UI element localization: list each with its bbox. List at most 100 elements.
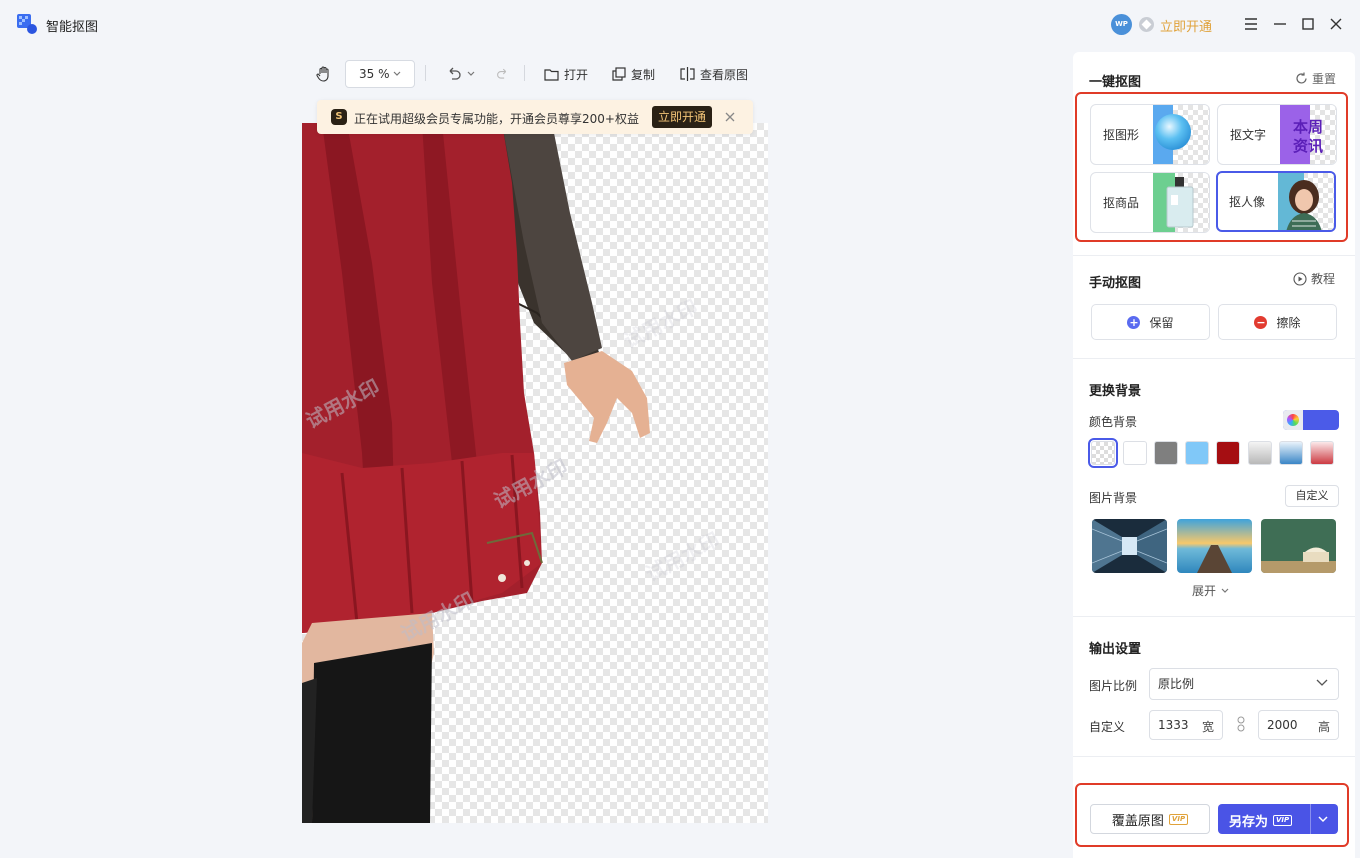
image-bg-label: 图片背景 [1089, 491, 1138, 505]
save-as-content: 另存为 VIP [1229, 811, 1293, 830]
svip-icon [331, 109, 347, 125]
zoom-value: 35 % [359, 67, 390, 81]
undo-icon [449, 67, 461, 80]
view-original-button[interactable]: 查看原图 [680, 60, 748, 88]
swatch-gray[interactable] [1154, 441, 1178, 465]
tutorial-link[interactable]: 教程 [1293, 270, 1335, 287]
folder-icon [544, 68, 559, 81]
divider [425, 65, 426, 81]
bg-image-chalkboard-books[interactable] [1261, 519, 1336, 573]
view-original-label: 查看原图 [700, 67, 749, 82]
erase-button[interactable]: − 擦除 [1218, 304, 1337, 340]
close-icon[interactable] [722, 109, 738, 125]
play-circle-icon [1293, 271, 1307, 286]
reset-button[interactable]: 重置 [1295, 70, 1336, 87]
width-unit: 宽 [1201, 720, 1214, 734]
zoom-select[interactable]: 35 % [345, 60, 415, 88]
open-label: 打开 [564, 67, 589, 82]
settings-panel: 一键抠图 重置 抠图形 抠文字 本周 资讯 抠商品 抠人像 手动抠图 教程 + … [1073, 52, 1355, 858]
manual-title: 手动抠图 [1089, 276, 1142, 291]
upgrade-link[interactable]: 立即开通 [1160, 16, 1212, 35]
corridor-image [1092, 519, 1167, 573]
keep-label: 保留 [1149, 315, 1174, 330]
custom-size-label: 自定义 [1089, 720, 1126, 734]
one-click-title: 一键抠图 [1089, 75, 1142, 90]
swatch-gradient-gray[interactable] [1248, 441, 1272, 465]
vip-tag: VIP [1168, 813, 1189, 825]
app-logo-icon [17, 14, 37, 34]
card-thumbnail [1153, 173, 1209, 232]
menu-icon[interactable] [1240, 13, 1262, 35]
card-label: 抠商品 [1103, 196, 1140, 210]
minimize-icon[interactable] [1269, 13, 1291, 35]
maximize-icon[interactable] [1297, 13, 1319, 35]
card-label: 抠文字 [1230, 128, 1267, 142]
swatch-white[interactable] [1123, 441, 1147, 465]
redo-icon [497, 68, 507, 79]
erase-label: 擦除 [1276, 315, 1301, 330]
button-split [1310, 804, 1311, 834]
copy-button[interactable]: 复制 [612, 60, 655, 88]
app-title: 智能抠图 [46, 20, 99, 35]
link-ratio-icon[interactable] [1237, 716, 1245, 732]
color-wheel-icon [1283, 410, 1303, 430]
open-button[interactable]: 打开 [544, 60, 588, 88]
chevron-down-icon [393, 71, 401, 76]
chalkboard-image [1261, 519, 1336, 573]
swatch-gradient-blue[interactable] [1279, 441, 1303, 465]
banner-upgrade-button[interactable]: 立即开通 [652, 106, 713, 128]
title-bar: 智能抠图 WP 立即开通 [0, 0, 1360, 50]
divider [1073, 756, 1355, 757]
expand-button[interactable]: 展开 [1192, 582, 1229, 599]
card-thumbnail [1278, 173, 1334, 230]
thumb-text-line: 本周 [1293, 118, 1323, 136]
pier-image [1177, 519, 1252, 573]
save-as-button[interactable]: 另存为 VIP [1218, 804, 1338, 834]
undo-button[interactable] [446, 60, 480, 88]
card-label: 抠图形 [1103, 128, 1140, 142]
swatch-light-blue[interactable] [1185, 441, 1209, 465]
width-input[interactable]: 1333 宽 [1149, 710, 1223, 740]
expand-label: 展开 [1192, 584, 1217, 598]
close-icon[interactable] [1325, 13, 1347, 35]
vip-badge-icon [1139, 17, 1154, 32]
copy-label: 复制 [631, 67, 656, 82]
swatch-transparent[interactable] [1088, 438, 1118, 468]
custom-bg-button[interactable]: 自定义 [1285, 485, 1339, 507]
swatch-dark-red[interactable] [1216, 441, 1240, 465]
hand-tool-button[interactable] [314, 60, 338, 88]
bg-image-corridor[interactable] [1092, 519, 1167, 573]
swatch-gradient-red[interactable] [1310, 441, 1334, 465]
cutout-product-card[interactable]: 抠商品 [1090, 172, 1210, 233]
keep-button[interactable]: + 保留 [1091, 304, 1210, 340]
chevron-down-icon [1221, 588, 1229, 593]
sphere-icon [1153, 105, 1191, 164]
background-title: 更换背景 [1089, 384, 1142, 399]
card-thumbnail: 本周 资讯 [1280, 105, 1336, 164]
card-thumbnail [1153, 105, 1209, 164]
ratio-value: 原比例 [1158, 677, 1195, 691]
chevron-down-icon[interactable] [1317, 814, 1329, 824]
portrait-icon [1278, 173, 1322, 230]
color-picker-toggle[interactable] [1283, 410, 1339, 430]
thumb-text-line: 资讯 [1293, 137, 1323, 155]
height-input[interactable]: 2000 高 [1258, 710, 1339, 740]
avatar[interactable]: WP [1111, 14, 1132, 35]
tutorial-label: 教程 [1311, 272, 1336, 286]
bg-image-pier-sunset[interactable] [1177, 519, 1252, 573]
cutout-shape-card[interactable]: 抠图形 [1090, 104, 1210, 165]
cutout-text-card[interactable]: 抠文字 本周 资讯 [1217, 104, 1337, 165]
redo-button[interactable] [496, 60, 514, 88]
overwrite-original-button[interactable]: 覆盖原图 VIP [1090, 804, 1210, 834]
divider [524, 65, 525, 81]
reset-label: 重置 [1312, 72, 1337, 86]
cutout-portrait-card[interactable]: 抠人像 [1216, 171, 1336, 232]
save-as-label: 另存为 [1229, 815, 1269, 830]
banner-text: 正在试用超级会员专属功能，开通会员尊享200+权益 [354, 112, 639, 126]
image-canvas[interactable]: 试用水印 试用水印 试用水印 试用水印 试用水印 [302, 123, 768, 823]
card-label: 抠人像 [1229, 195, 1266, 209]
ratio-select[interactable]: 原比例 [1149, 668, 1339, 700]
width-value: 1333 [1158, 718, 1189, 732]
color-bg-label: 颜色背景 [1089, 415, 1138, 429]
refresh-icon [1296, 72, 1307, 84]
